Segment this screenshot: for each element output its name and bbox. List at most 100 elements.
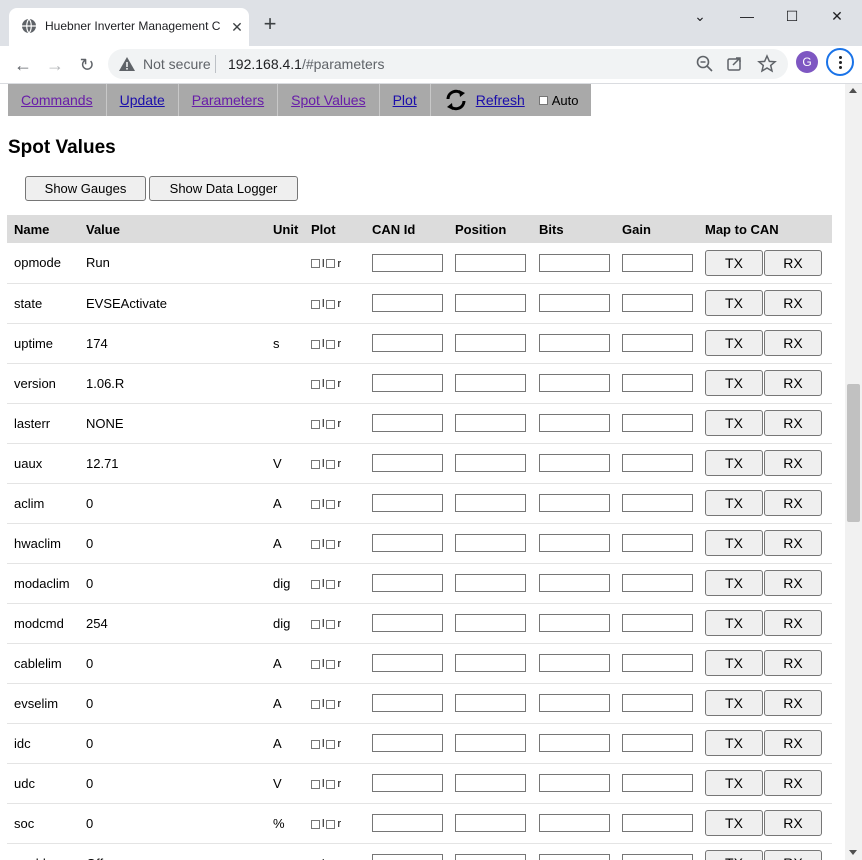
plot-left-checkbox[interactable] [311, 339, 320, 349]
back-button[interactable]: ← [8, 50, 38, 80]
gain-input[interactable] [622, 454, 693, 472]
scrollbar-thumb[interactable] [847, 384, 860, 522]
bits-input[interactable] [539, 494, 610, 512]
plot-left-checkbox[interactable] [311, 259, 320, 269]
gain-input[interactable] [622, 574, 693, 592]
reload-button[interactable]: ↻ [72, 50, 102, 80]
bits-input[interactable] [539, 294, 610, 312]
can-id-input[interactable] [372, 334, 443, 352]
commands-link[interactable]: Commands [21, 92, 93, 108]
tx-button[interactable]: TX [705, 690, 763, 716]
share-icon[interactable] [725, 54, 745, 74]
rx-button[interactable]: RX [764, 690, 822, 716]
position-input[interactable] [455, 494, 526, 512]
tx-button[interactable]: TX [705, 610, 763, 636]
plot-right-checkbox[interactable] [326, 699, 336, 709]
tx-button[interactable]: TX [705, 530, 763, 556]
can-id-input[interactable] [372, 694, 443, 712]
refresh-link[interactable]: Refresh [476, 92, 525, 108]
plot-right-checkbox[interactable] [326, 259, 336, 269]
rx-button[interactable]: RX [764, 530, 822, 556]
rx-button[interactable]: RX [764, 810, 822, 836]
tx-button[interactable]: TX [705, 370, 763, 396]
position-input[interactable] [455, 294, 526, 312]
gain-input[interactable] [622, 494, 693, 512]
position-input[interactable] [455, 614, 526, 632]
rx-button[interactable]: RX [764, 770, 822, 796]
bookmark-star-icon[interactable] [757, 54, 777, 74]
tx-button[interactable]: TX [705, 850, 763, 860]
scroll-down-icon[interactable] [849, 850, 857, 855]
plot-right-checkbox[interactable] [326, 779, 336, 789]
plot-left-checkbox[interactable] [311, 499, 320, 509]
plot-right-checkbox[interactable] [326, 379, 336, 389]
bits-input[interactable] [539, 654, 610, 672]
plot-right-checkbox[interactable] [326, 299, 336, 309]
tx-button[interactable]: TX [705, 770, 763, 796]
plot-link[interactable]: Plot [393, 92, 417, 108]
bits-input[interactable] [539, 814, 610, 832]
gain-input[interactable] [622, 374, 693, 392]
tx-button[interactable]: TX [705, 490, 763, 516]
plot-left-checkbox[interactable] [311, 819, 320, 829]
plot-left-checkbox[interactable] [311, 299, 320, 309]
position-input[interactable] [455, 774, 526, 792]
plot-right-checkbox[interactable] [326, 619, 336, 629]
plot-left-checkbox[interactable] [311, 459, 320, 469]
can-id-input[interactable] [372, 374, 443, 392]
gain-input[interactable] [622, 294, 693, 312]
bits-input[interactable] [539, 774, 610, 792]
position-input[interactable] [455, 654, 526, 672]
tx-button[interactable]: TX [705, 810, 763, 836]
can-id-input[interactable] [372, 253, 443, 272]
plot-right-checkbox[interactable] [326, 339, 336, 349]
plot-right-checkbox[interactable] [326, 499, 336, 509]
position-input[interactable] [455, 574, 526, 592]
page-scrollbar[interactable] [845, 84, 862, 860]
bits-input[interactable] [539, 253, 610, 272]
tab-search-chevron-icon[interactable]: ⌄ [685, 5, 715, 27]
address-bar[interactable]: Not secure 192.168.4.1/#parameters [108, 49, 788, 79]
plot-left-checkbox[interactable] [311, 419, 320, 429]
can-id-input[interactable] [372, 294, 443, 312]
tx-button[interactable]: TX [705, 570, 763, 596]
plot-left-checkbox[interactable] [311, 619, 320, 629]
auto-checkbox[interactable] [538, 95, 548, 105]
plot-right-checkbox[interactable] [326, 459, 336, 469]
plot-left-checkbox[interactable] [311, 579, 320, 589]
position-input[interactable] [455, 734, 526, 752]
plot-left-checkbox[interactable] [311, 779, 320, 789]
refresh-icon[interactable] [444, 88, 468, 112]
gain-input[interactable] [622, 534, 693, 552]
can-id-input[interactable] [372, 574, 443, 592]
can-id-input[interactable] [372, 614, 443, 632]
rx-button[interactable]: RX [764, 570, 822, 596]
gain-input[interactable] [622, 253, 693, 272]
tx-button[interactable]: TX [705, 330, 763, 356]
can-id-input[interactable] [372, 814, 443, 832]
gain-input[interactable] [622, 414, 693, 432]
can-id-input[interactable] [372, 454, 443, 472]
can-id-input[interactable] [372, 774, 443, 792]
plot-right-checkbox[interactable] [326, 539, 336, 549]
position-input[interactable] [455, 334, 526, 352]
gain-input[interactable] [622, 734, 693, 752]
gain-input[interactable] [622, 814, 693, 832]
bits-input[interactable] [539, 534, 610, 552]
tx-button[interactable]: TX [705, 290, 763, 316]
bits-input[interactable] [539, 614, 610, 632]
position-input[interactable] [455, 414, 526, 432]
position-input[interactable] [455, 814, 526, 832]
browser-tab[interactable]: Huebner Inverter Management C ✕ [9, 8, 249, 46]
plot-right-checkbox[interactable] [326, 819, 336, 829]
rx-button[interactable]: RX [764, 610, 822, 636]
position-input[interactable] [455, 454, 526, 472]
gain-input[interactable] [622, 614, 693, 632]
rx-button[interactable]: RX [764, 730, 822, 756]
gain-input[interactable] [622, 334, 693, 352]
update-link[interactable]: Update [120, 92, 165, 108]
plot-left-checkbox[interactable] [311, 659, 320, 669]
rx-button[interactable]: RX [764, 450, 822, 476]
rx-button[interactable]: RX [764, 370, 822, 396]
close-tab-icon[interactable]: ✕ [229, 19, 245, 35]
